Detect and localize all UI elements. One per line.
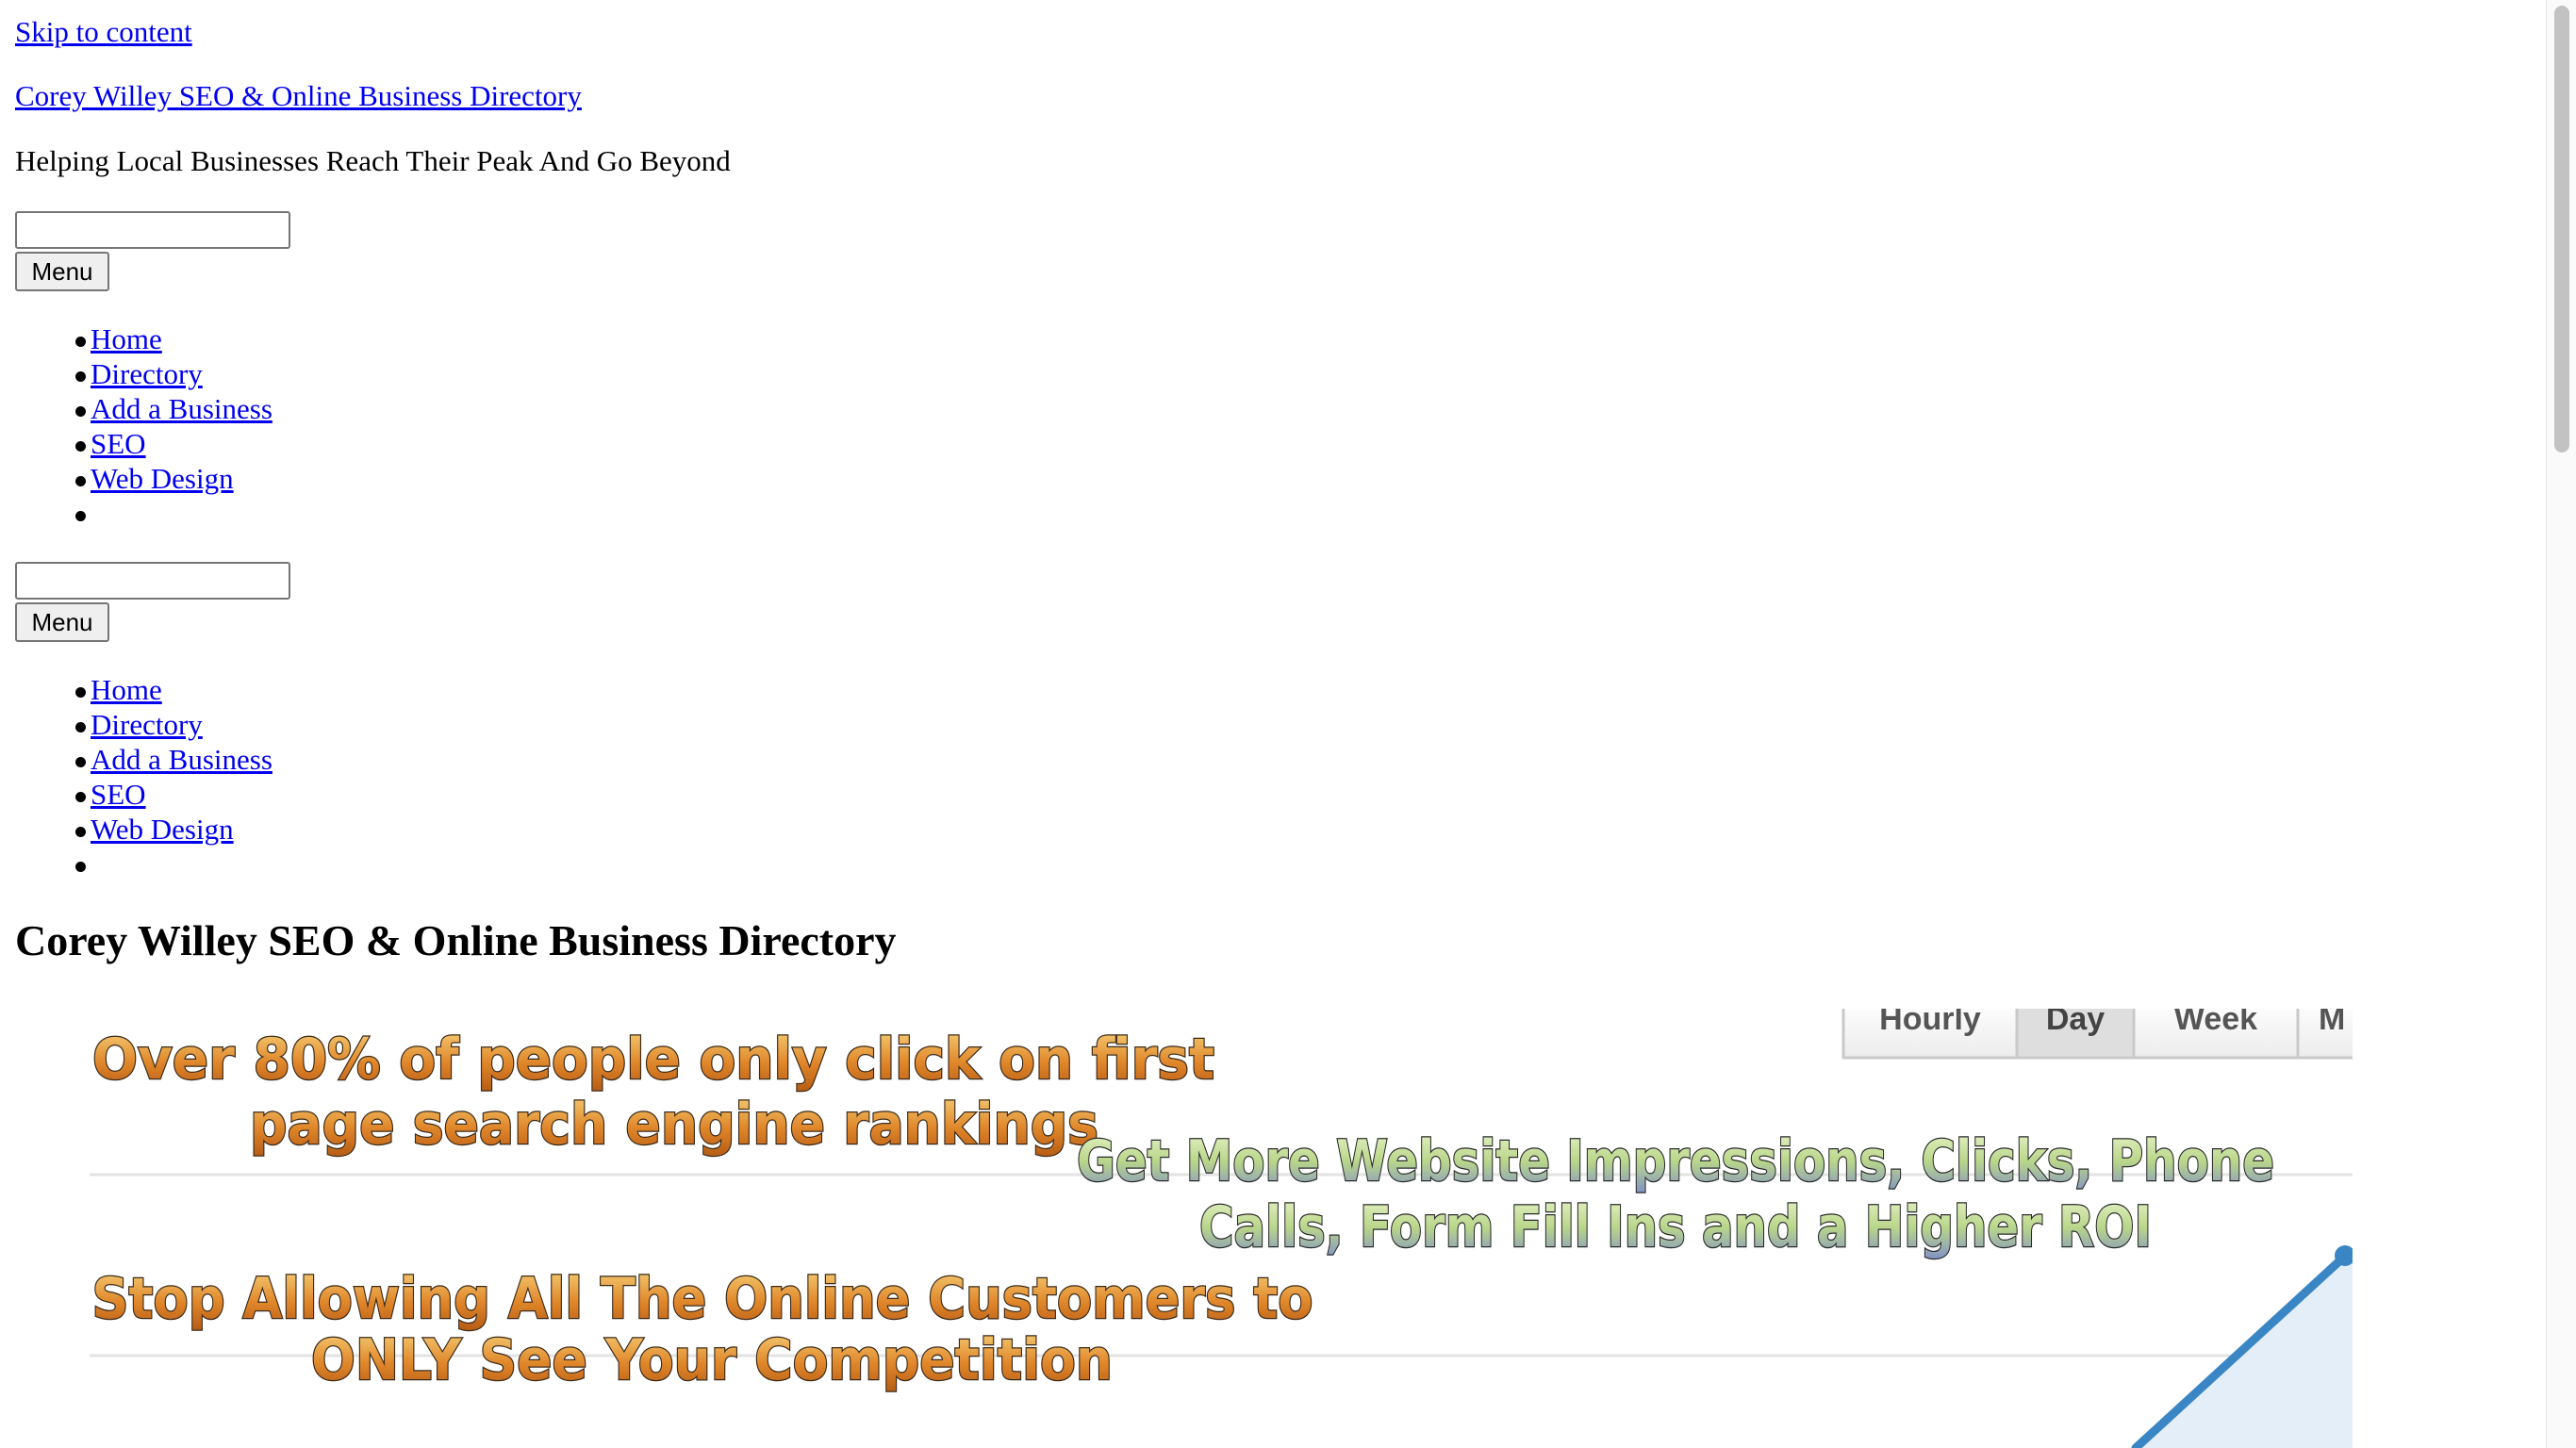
site-tagline: Helping Local Businesses Reach Their Pea…: [15, 144, 731, 177]
nav-item-seo: SEO: [15, 426, 272, 461]
nav-link-seo[interactable]: SEO: [91, 427, 146, 460]
nav-link-web-design[interactable]: Web Design: [91, 462, 234, 495]
tab-day-label: Day: [2046, 1009, 2105, 1037]
nav-item-directory: Directory: [15, 707, 272, 742]
headline-3-line-2: ONLY See Your Competition: [311, 1327, 1113, 1393]
headline-2-line-1: Get More Website Impressions, Clicks, Ph…: [1077, 1128, 2274, 1194]
headline-1-line-2: page search engine rankings: [250, 1092, 1098, 1158]
menu-button[interactable]: Menu: [15, 252, 109, 291]
nav-link-home[interactable]: Home: [91, 322, 162, 355]
search-input-secondary[interactable]: [15, 562, 290, 600]
page: Skip to content Corey Willey SEO & Onlin…: [0, 0, 2546, 1448]
nav-link-add-business[interactable]: Add a Business: [91, 392, 272, 425]
menu-button-secondary[interactable]: Menu: [15, 602, 109, 642]
secondary-nav: Home Directory Add a Business SEO Web De…: [15, 672, 272, 881]
nav-link-web-design[interactable]: Web Design: [91, 813, 234, 846]
tab-week-label: Week: [2174, 1009, 2257, 1037]
nav-item-empty: [15, 496, 272, 531]
nav-link-home[interactable]: Home: [91, 673, 162, 706]
search-input[interactable]: [15, 211, 290, 249]
nav-item-web-design: Web Design: [15, 461, 272, 496]
skip-to-content-link[interactable]: Skip to content: [15, 17, 192, 46]
vertical-scrollbar[interactable]: [2546, 0, 2576, 1448]
page-title: Corey Willey SEO & Online Business Direc…: [15, 916, 897, 964]
nav-link-add-business[interactable]: Add a Business: [91, 743, 272, 776]
nav-item-directory: Directory: [15, 356, 272, 391]
nav-item-seo: SEO: [15, 777, 272, 812]
headline-2-line-2: Calls, Form Fill Ins and a Higher ROI: [1199, 1194, 2152, 1260]
nav-link-directory[interactable]: Directory: [91, 357, 203, 390]
tab-month-label: M: [2319, 1009, 2345, 1037]
headline-1-line-1: Over 80% of people only click on first: [92, 1027, 1214, 1093]
nav-item-add-business: Add a Business: [15, 742, 272, 777]
seo-banner-image: Hourly Day Week M Over 80% of people onl…: [90, 1009, 2353, 1448]
nav-item-add-business: Add a Business: [15, 391, 272, 426]
tab-hourly-label: Hourly: [1879, 1009, 1981, 1037]
time-range-tabs: Hourly Day Week M: [1841, 1009, 2353, 1060]
scrollbar-thumb[interactable]: [2554, 6, 2569, 452]
primary-nav: Home Directory Add a Business SEO Web De…: [15, 321, 272, 531]
nav-item-empty: [15, 847, 272, 881]
headline-3-line-1: Stop Allowing All The Online Customers t…: [92, 1266, 1313, 1332]
nav-item-home: Home: [15, 672, 272, 707]
nav-item-home: Home: [15, 321, 272, 356]
nav-item-web-design: Web Design: [15, 812, 272, 847]
nav-link-directory[interactable]: Directory: [91, 708, 203, 741]
nav-link-seo[interactable]: SEO: [91, 778, 146, 811]
site-title-link[interactable]: Corey Willey SEO & Online Business Direc…: [15, 81, 582, 110]
